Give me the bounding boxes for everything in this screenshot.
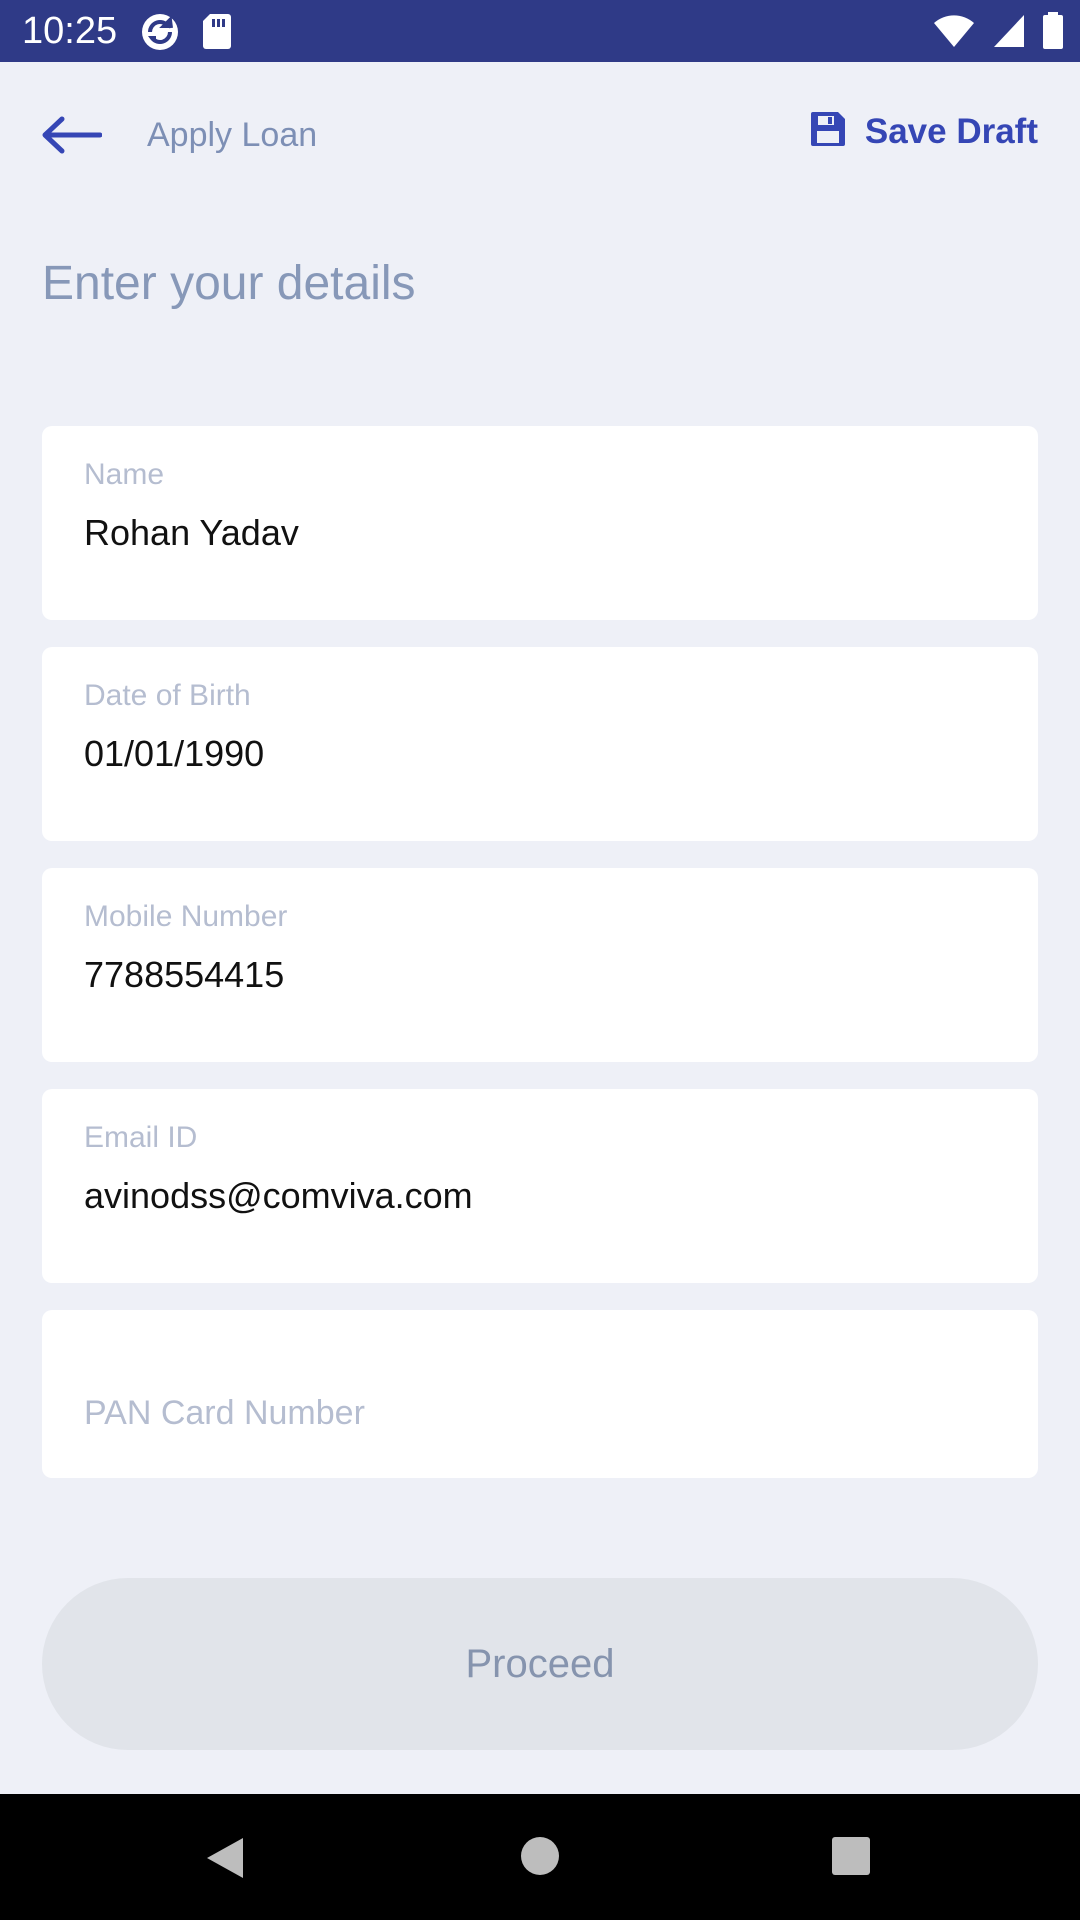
proceed-button[interactable]: Proceed <box>42 1578 1038 1750</box>
floppy-disk-icon <box>809 110 847 153</box>
email-label: Email ID <box>84 1121 198 1154</box>
mobile-number-label: Mobile Number <box>84 900 288 933</box>
date-of-birth-field[interactable]: Date of Birth 01/01/1990 <box>42 647 1038 841</box>
sync-icon <box>140 12 180 57</box>
mobile-number-value[interactable]: 7788554415 <box>84 954 284 996</box>
email-value[interactable]: avinodss@comviva.com <box>84 1175 473 1217</box>
mobile-number-field[interactable]: Mobile Number 7788554415 <box>42 868 1038 1062</box>
wifi-icon <box>932 13 976 54</box>
save-draft-button[interactable]: Save Draft <box>809 110 1038 153</box>
date-of-birth-label: Date of Birth <box>84 679 251 712</box>
status-time: 10:25 <box>22 10 118 52</box>
email-field[interactable]: Email ID avinodss@comviva.com <box>42 1089 1038 1283</box>
nav-recents-icon[interactable] <box>831 1836 871 1881</box>
nav-back-icon[interactable] <box>205 1836 245 1885</box>
nav-home-icon[interactable] <box>520 1836 560 1881</box>
back-button[interactable] <box>40 112 110 162</box>
app-bar: Apply Loan Save Draft <box>0 62 1080 212</box>
pan-card-field[interactable]: PAN Card Number <box>42 1310 1038 1478</box>
name-field[interactable]: Name Rohan Yadav <box>42 426 1038 620</box>
system-nav-bar <box>0 1794 1080 1920</box>
pan-card-placeholder[interactable]: PAN Card Number <box>84 1394 365 1433</box>
sd-card-icon <box>202 12 232 57</box>
save-draft-label: Save Draft <box>864 111 1038 151</box>
arrow-left-icon <box>40 115 103 160</box>
name-value[interactable]: Rohan Yadav <box>84 512 299 554</box>
name-label: Name <box>84 458 165 491</box>
header-title: Apply Loan <box>147 116 318 154</box>
status-bar: 10:25 <box>0 0 1080 62</box>
page-title: Enter your details <box>42 257 416 310</box>
date-of-birth-value[interactable]: 01/01/1990 <box>84 733 264 775</box>
signal-icon <box>992 13 1026 54</box>
battery-icon <box>1042 12 1064 55</box>
